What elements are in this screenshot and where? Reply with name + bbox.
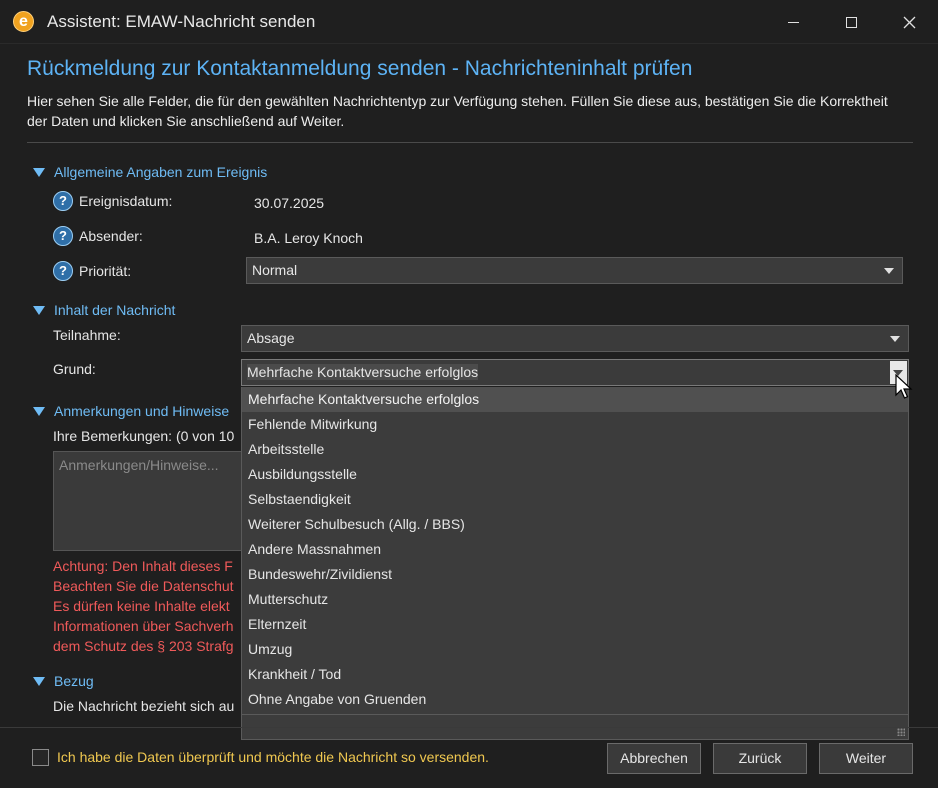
page-heading: Rückmeldung zur Kontaktanmeldung senden … bbox=[27, 57, 693, 80]
dropdown-option[interactable]: Ohne Angabe von Gruenden bbox=[242, 687, 908, 712]
dropdown-option[interactable]: Selbstaendigkeit bbox=[242, 487, 908, 512]
maximize-icon bbox=[845, 16, 857, 28]
remarks-placeholder: Anmerkungen/Hinweise... bbox=[59, 457, 219, 473]
reason-dropdown-list: Mehrfache Kontaktversuche erfolglos Fehl… bbox=[241, 387, 909, 715]
dropdown-option[interactable]: Arbeitsstelle bbox=[242, 437, 908, 462]
back-button[interactable]: Zurück bbox=[713, 743, 807, 774]
intro-text: Hier sehen Sie alle Felder, die für den … bbox=[27, 93, 888, 129]
chevron-down-icon bbox=[890, 336, 900, 342]
reference-text: Die Nachricht bezieht sich au bbox=[53, 698, 235, 714]
event-date-value: 30.07.2025 bbox=[254, 195, 325, 211]
remarks-textarea[interactable]: Anmerkungen/Hinweise... bbox=[53, 451, 253, 551]
maximize-button[interactable] bbox=[828, 8, 874, 36]
warning-line: Beachten Sie die Datenschut bbox=[53, 578, 234, 594]
chevron-down-icon bbox=[884, 268, 894, 274]
window-title: Assistent: EMAW-Nachricht senden bbox=[47, 12, 316, 31]
confirm-label[interactable]: Ich habe die Daten überprüft und möchte … bbox=[57, 749, 489, 765]
participation-select[interactable]: Absage bbox=[241, 325, 909, 352]
dropdown-option[interactable]: Fehlende Mitwirkung bbox=[242, 412, 908, 437]
section-content-toggle[interactable]: Inhalt der Nachricht bbox=[33, 302, 175, 318]
sender-value: B.A. Leroy Knoch bbox=[254, 230, 363, 246]
collapse-triangle-icon bbox=[33, 305, 45, 315]
next-button[interactable]: Weiter bbox=[819, 743, 913, 774]
mouse-cursor-icon bbox=[895, 374, 913, 399]
warning-line: Es dürfen keine Inhalte elekt bbox=[53, 598, 230, 614]
participation-label: Teilnahme: bbox=[53, 327, 121, 343]
help-icon[interactable]: ? bbox=[53, 226, 73, 246]
header-divider bbox=[27, 142, 913, 143]
collapse-triangle-icon bbox=[33, 676, 45, 686]
section-notes-title: Anmerkungen und Hinweise bbox=[54, 403, 230, 419]
dropdown-option[interactable]: Umzug bbox=[242, 637, 908, 662]
dropdown-option[interactable]: Krankheit / Tod bbox=[242, 662, 908, 687]
close-button[interactable] bbox=[886, 8, 932, 36]
warning-line: Informationen über Sachverh bbox=[53, 618, 234, 634]
dropdown-option[interactable]: Weiterer Schulbesuch (Allg. / BBS) bbox=[242, 512, 908, 537]
reason-label: Grund: bbox=[53, 361, 96, 377]
section-content-title: Inhalt der Nachricht bbox=[54, 302, 176, 318]
minimize-button[interactable] bbox=[770, 8, 816, 36]
dropdown-option[interactable]: Ausbildungsstelle bbox=[242, 462, 908, 487]
remarks-label: Ihre Bemerkungen: (0 von 10 bbox=[53, 428, 235, 444]
app-logo-icon: e bbox=[13, 11, 34, 32]
dropdown-option[interactable]: Bundeswehr/Zivildienst bbox=[242, 562, 908, 587]
collapse-triangle-icon bbox=[33, 167, 45, 177]
dropdown-option[interactable]: Mutterschutz bbox=[242, 587, 908, 612]
resize-grip-icon[interactable] bbox=[897, 728, 905, 736]
warning-line: dem Schutz des § 203 Strafg bbox=[53, 638, 234, 654]
minimize-icon bbox=[787, 21, 799, 23]
section-general-title: Allgemeine Angaben zum Ereignis bbox=[54, 164, 268, 180]
section-reference-toggle[interactable]: Bezug bbox=[33, 673, 94, 689]
help-icon[interactable]: ? bbox=[53, 261, 73, 281]
close-icon bbox=[903, 16, 915, 28]
confirm-checkbox[interactable] bbox=[32, 749, 49, 766]
dropdown-option[interactable]: Elternzeit bbox=[242, 612, 908, 637]
event-date-label: Ereignisdatum: bbox=[79, 193, 173, 209]
priority-select-value: Normal bbox=[252, 262, 298, 278]
priority-label: Priorität: bbox=[79, 263, 132, 279]
cancel-button[interactable]: Abbrechen bbox=[607, 743, 701, 774]
section-general-toggle[interactable]: Allgemeine Angaben zum Ereignis bbox=[33, 164, 267, 180]
dropdown-option[interactable]: Mehrfache Kontaktversuche erfolglos bbox=[242, 387, 908, 412]
warning-text: Achtung: Den Inhalt dieses F Beachten Si… bbox=[53, 556, 253, 656]
help-icon[interactable]: ? bbox=[53, 191, 73, 211]
dropdown-option[interactable]: Andere Massnahmen bbox=[242, 537, 908, 562]
reason-select[interactable]: Mehrfache Kontaktversuche erfolglos bbox=[241, 359, 909, 386]
section-notes-toggle[interactable]: Anmerkungen und Hinweise bbox=[33, 403, 229, 419]
title-bar: e Assistent: EMAW-Nachricht senden bbox=[0, 0, 938, 44]
warning-line: Achtung: Den Inhalt dieses F bbox=[53, 558, 233, 574]
collapse-triangle-icon bbox=[33, 406, 45, 416]
reason-select-value: Mehrfache Kontaktversuche erfolglos bbox=[247, 364, 479, 380]
footer-divider bbox=[0, 727, 938, 728]
section-reference-title: Bezug bbox=[54, 673, 94, 689]
participation-select-value: Absage bbox=[247, 330, 295, 346]
priority-select[interactable]: Normal bbox=[246, 257, 903, 284]
sender-label: Absender: bbox=[79, 228, 143, 244]
